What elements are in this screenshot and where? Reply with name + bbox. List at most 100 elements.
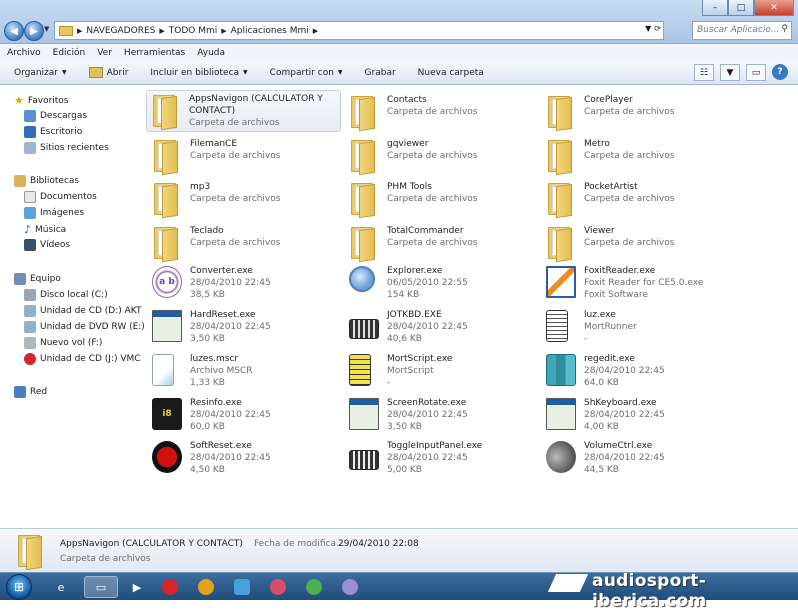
file-item-mp3[interactable]: mp3 Carpeta de archivos — [148, 179, 343, 221]
menu-edicion[interactable]: Edición — [53, 48, 86, 58]
nav-escritorio[interactable]: Escritorio — [24, 126, 82, 138]
nav-label: Unidad de CD (D:) AKT — [40, 306, 142, 316]
file-item-teclado[interactable]: Teclado Carpeta de archivos — [148, 223, 343, 265]
file-item-jotkbd[interactable]: JOTKBD.EXE 28/04/2010 22:45 40,6 KB — [345, 307, 540, 349]
file-item-totalcommander[interactable]: TotalCommander Carpeta de archivos — [345, 223, 540, 265]
menu-herramientas[interactable]: Herramientas — [124, 48, 185, 58]
maximize-button[interactable]: □ — [728, 0, 754, 16]
internet-explorer-icon[interactable]: e — [44, 576, 78, 598]
open-button[interactable]: Abrir — [88, 67, 128, 78]
file-item-volumectrl[interactable]: VolumeCtrl.exe 28/04/2010 22:45 44,5 KB — [542, 438, 737, 480]
minimize-button[interactable]: – — [702, 0, 728, 16]
view-dropdown-icon[interactable]: ▼ — [720, 64, 740, 81]
file-item-toggleinputpanel[interactable]: ToggleInputPanel.exe 28/04/2010 22:45 5,00… — [345, 438, 540, 480]
menu-ayuda[interactable]: Ayuda — [197, 48, 225, 58]
file-item-viewer[interactable]: Viewer Carpeta de archivos — [542, 223, 737, 265]
breadcrumb-todo-mmi[interactable]: TODO Mmi — [169, 26, 218, 36]
file-item-phm-tools[interactable]: PHM Tools Carpeta de archivos — [345, 179, 540, 221]
file-item-contacts[interactable]: Contacts Carpeta de archivos — [345, 92, 540, 134]
file-name: luz.exe — [584, 310, 616, 320]
nav-dvd-e[interactable]: Unidad de DVD RW (E:) — [24, 321, 145, 333]
nav-cd-d[interactable]: Unidad de CD (D:) AKT — [24, 305, 141, 317]
forward-arrow-icon[interactable]: ▶ — [24, 21, 44, 41]
start-button[interactable]: ⊞ — [6, 574, 32, 600]
share-button[interactable]: Compartir con ▼ — [270, 68, 343, 78]
file-item-metro[interactable]: Metro Carpeta de archivos — [542, 136, 737, 178]
file-item-converter[interactable]: a b Converter.exe 28/04/2010 22:45 38,5 KB — [148, 263, 343, 305]
nav-imagenes[interactable]: Imágenes — [24, 207, 84, 219]
network-icon — [14, 386, 26, 398]
burn-button[interactable]: Grabar — [365, 68, 396, 78]
file-item-explorer[interactable]: Explorer.exe 06/05/2010 22:55 154 KB — [345, 263, 540, 305]
nav-equipo[interactable]: Equipo — [14, 273, 61, 285]
file-item-gqviewer[interactable]: gqviewer Carpeta de archivos — [345, 136, 540, 178]
app-icon[interactable] — [342, 579, 358, 595]
file-item-coreplayer[interactable]: CorePlayer Carpeta de archivos — [542, 92, 737, 134]
nav-favoritos[interactable]: ★ Favoritos — [14, 94, 69, 107]
search-input[interactable]: Buscar Aplicacio... ⚲ — [692, 21, 792, 40]
breadcrumb-aplicaciones-mmi[interactable]: Aplicaciones Mmi — [231, 26, 309, 36]
file-date: 28/04/2010 22:45 — [190, 278, 271, 288]
chevron-right-icon[interactable]: ▶ — [313, 27, 318, 35]
nav-red[interactable]: Red — [14, 386, 47, 398]
file-item-luzes[interactable]: luzes.mscr Archivo MSCR 1,33 KB — [148, 351, 343, 393]
file-item-shkeyboard[interactable]: ShKeyboard.exe 28/04/2010 22:45 4,00 KB — [542, 395, 737, 437]
close-button[interactable]: ✕ — [754, 0, 794, 16]
file-date: 28/04/2010 22:45 — [387, 453, 468, 463]
nav-documentos[interactable]: Documentos — [24, 191, 97, 203]
nav-musica[interactable]: ♪ Música — [24, 223, 66, 236]
file-date: 28/04/2010 22:45 — [584, 453, 665, 463]
file-list: AppsNavigon (CALCULATOR Y CONTACT) Carpeta… — [138, 86, 798, 528]
app-icon[interactable] — [306, 579, 322, 595]
nav-videos[interactable]: Vídeos — [24, 239, 70, 251]
chevron-right-icon[interactable]: ▶ — [77, 27, 82, 35]
breadcrumb-navegadores[interactable]: NAVEGADORES — [86, 26, 155, 36]
windows-explorer-icon[interactable]: ▭ — [84, 576, 118, 598]
chevron-right-icon[interactable]: ▶ — [159, 27, 164, 35]
nav-sitios-recientes[interactable]: Sitios recientes — [24, 142, 109, 154]
recent-pages-dropdown-icon[interactable]: ▼ — [44, 25, 49, 33]
file-item-filemance[interactable]: FilemanCE Carpeta de archivos — [148, 136, 343, 178]
refresh-icon[interactable]: ⟳ — [654, 24, 661, 33]
menu-archivo[interactable]: Archivo — [7, 48, 41, 58]
file-item-resinfo[interactable]: i8 Resinfo.exe 28/04/2010 22:45 60,0 KB — [148, 395, 343, 437]
chevron-right-icon[interactable]: ▶ — [221, 27, 226, 35]
file-name: ShKeyboard.exe — [584, 398, 657, 408]
file-date: 28/04/2010 22:45 — [387, 322, 468, 332]
media-player-icon[interactable]: ▶ — [120, 576, 154, 598]
organize-label: Organizar — [14, 67, 58, 78]
include-library-button[interactable]: Incluir en biblioteca ▼ — [150, 68, 247, 78]
nav-descargas[interactable]: Descargas — [24, 110, 87, 122]
organize-button[interactable]: Organizar ▼ — [14, 68, 67, 78]
app-icon[interactable] — [270, 579, 286, 595]
file-item-appsnavigon[interactable]: AppsNavigon (CALCULATOR Y CONTACT) Carpeta… — [146, 90, 341, 132]
file-item-softreset[interactable]: SoftReset.exe 28/04/2010 22:45 4,50 KB — [148, 438, 343, 480]
file-size: 4,00 KB — [584, 422, 619, 432]
help-icon[interactable]: ? — [772, 64, 788, 80]
view-options-icon[interactable]: ☷ — [694, 64, 714, 81]
file-item-mortscript[interactable]: MortScript.exe MortScript - — [345, 351, 540, 393]
address-bar[interactable]: ▶ NAVEGADORES ▶ TODO Mmi ▶ Aplicaciones … — [54, 21, 664, 40]
new-folder-button[interactable]: Nueva carpeta — [418, 68, 484, 78]
title-bar: – □ ✕ ◀ ▶ ▼ ▶ NAVEGADORES ▶ TODO Mmi ▶ A… — [0, 0, 798, 44]
folder-icon — [345, 136, 381, 176]
app-icon[interactable] — [198, 579, 214, 595]
back-arrow-icon[interactable]: ◀ — [4, 21, 24, 41]
nav-cd-j[interactable]: Unidad de CD (J:) VMC — [24, 353, 141, 365]
app-icon[interactable] — [234, 579, 250, 595]
address-dropdown-icon[interactable]: ▼ — [645, 24, 651, 33]
file-company: Foxit Software — [584, 290, 648, 300]
opera-icon[interactable] — [162, 579, 178, 595]
file-item-hardreset[interactable]: HardReset.exe 28/04/2010 22:45 3,50 KB — [148, 307, 343, 349]
menu-ver[interactable]: Ver — [97, 48, 112, 58]
file-item-regedit[interactable]: regedit.exe 28/04/2010 22:45 64,0 KB — [542, 351, 737, 393]
file-item-pocketartist[interactable]: PocketArtist Carpeta de archivos — [542, 179, 737, 221]
nav-disco-local-c[interactable]: Disco local (C:) — [24, 289, 108, 301]
nav-bibliotecas[interactable]: Bibliotecas — [14, 175, 79, 187]
nav-label: Sitios recientes — [40, 143, 109, 153]
preview-pane-icon[interactable]: ▭ — [746, 64, 766, 81]
file-item-foxitreader[interactable]: FoxitReader.exe Foxit Reader for CE5.0.ex… — [542, 263, 737, 305]
nav-nuevo-vol-f[interactable]: Nuevo vol (F:) — [24, 337, 102, 349]
file-item-luz[interactable]: luz.exe MortRunner - — [542, 307, 737, 349]
file-item-screenrotate[interactable]: ScreenRotate.exe 28/04/2010 22:45 3,50 KB — [345, 395, 540, 437]
